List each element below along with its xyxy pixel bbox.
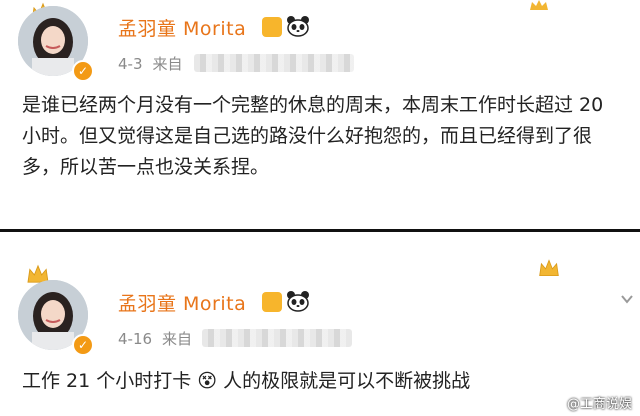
- panda-icon: [287, 291, 309, 312]
- author-name[interactable]: 孟羽童 Morita: [118, 14, 246, 41]
- post-content: 工作 21 个小时打卡 😵 人的极限就是可以不断被挑战: [22, 370, 471, 392]
- post-source-label: 来自: [162, 330, 193, 348]
- post-meta: 4-16 来自: [118, 328, 192, 349]
- author-avatar[interactable]: ✓: [18, 6, 94, 82]
- post-date: 4-3: [118, 55, 143, 73]
- blurred-source: [194, 54, 354, 72]
- post-content: 是谁已经两个月没有一个完整的休息的周末，本周末工作时长超过 20 小时。但又觉得…: [22, 94, 604, 178]
- verified-icon: ✓: [72, 60, 94, 82]
- chevron-down-icon[interactable]: [620, 292, 634, 306]
- post-meta: 4-3 来自: [118, 53, 183, 74]
- divider: [0, 229, 640, 232]
- crown-icon: [530, 0, 548, 10]
- post-source-label: 来自: [152, 55, 183, 73]
- verified-icon: ✓: [72, 334, 94, 356]
- author-avatar[interactable]: ✓: [18, 280, 94, 356]
- blurred-source: [202, 329, 352, 347]
- author-name[interactable]: 孟羽童 Morita: [118, 289, 246, 316]
- vip-badge-icon: [262, 17, 282, 37]
- crown-icon: [539, 259, 559, 277]
- panda-icon: [287, 16, 309, 37]
- vip-badge-icon: [262, 292, 282, 312]
- watermark: @工商说娱: [566, 397, 632, 412]
- post-date: 4-16: [118, 330, 153, 348]
